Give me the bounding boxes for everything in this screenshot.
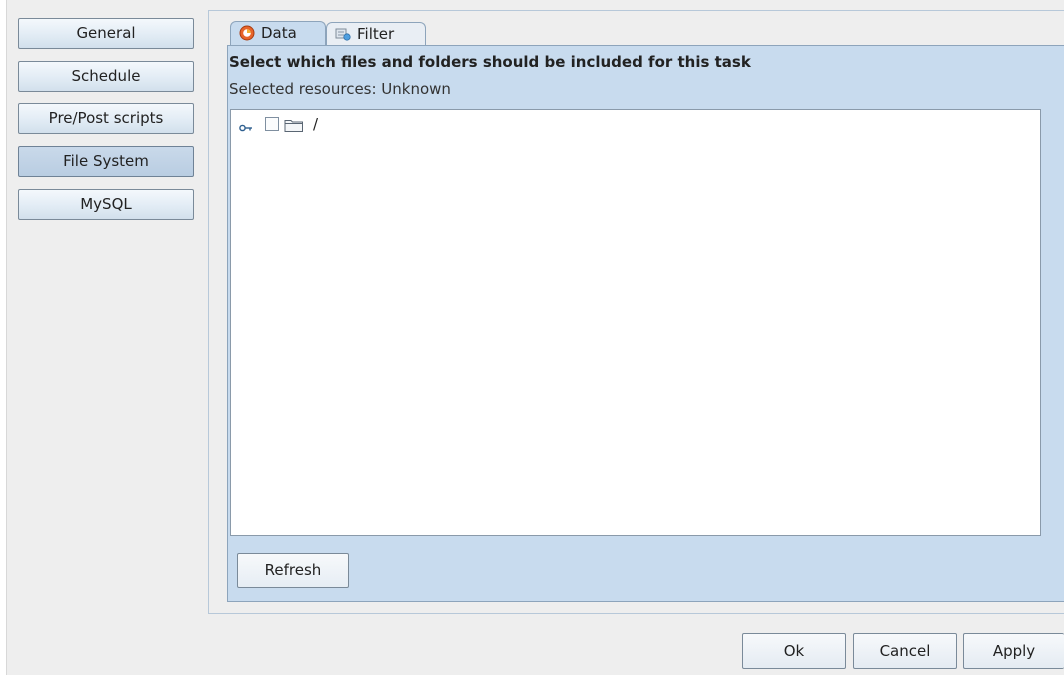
nav-mysql-button[interactable]: MySQL [18,189,194,220]
nav-pre-post-scripts-button[interactable]: Pre/Post scripts [18,103,194,134]
folder-icon [284,117,304,133]
nav-file-system-button[interactable]: File System [18,146,194,177]
refresh-button[interactable]: Refresh [237,553,349,588]
tree-root-label[interactable]: / [313,115,318,133]
key-icon[interactable] [239,119,253,132]
nav-general-button[interactable]: General [18,18,194,49]
file-tree[interactable]: / [230,109,1041,536]
data-icon [239,25,255,41]
panel-heading: Select which files and folders should be… [229,53,751,71]
tab-data[interactable]: Data [230,21,326,45]
nav-schedule-button[interactable]: Schedule [18,61,194,92]
tab-filter-label: Filter [357,25,395,43]
filter-icon [335,26,351,42]
selected-resources-text: Selected resources: Unknown [229,80,451,98]
tab-data-label: Data [261,24,297,42]
root-checkbox[interactable] [265,117,279,131]
cancel-button[interactable]: Cancel [853,633,957,669]
ok-button[interactable]: Ok [742,633,846,669]
tab-filter[interactable]: Filter [326,22,426,45]
apply-button[interactable]: Apply [963,633,1064,669]
